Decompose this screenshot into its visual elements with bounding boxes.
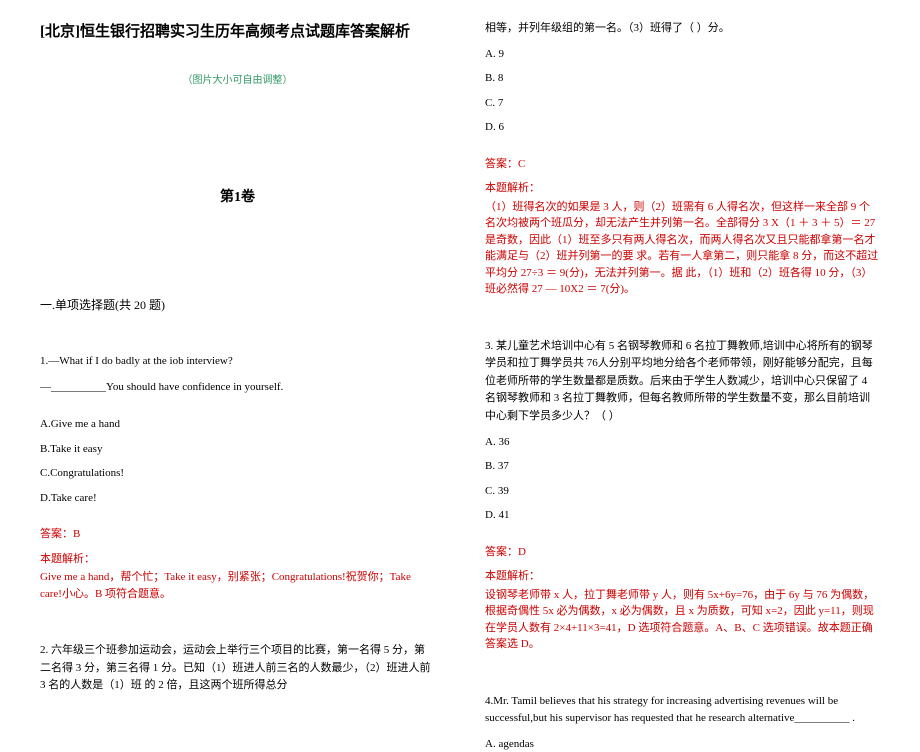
section-title: 一.单项选择题(共 20 题) [40,296,435,313]
q3-option-c: C. 39 [485,483,880,500]
q2-answer: 答案：C [485,156,880,173]
q1-option-d: D.Take care! [40,490,435,507]
q2-explain: （1）班得名次的如果是 3 人，则（2）班需有 6 人得名次，但这样一来全部 9… [485,199,880,298]
volume-title: 第1卷 [40,186,435,206]
q2-option-a: A. 9 [485,46,880,63]
image-size-note: （图片大小可自由调整） [40,71,435,86]
q1-explain-label: 本题解析： [40,551,435,568]
doc-title: [北京]恒生银行招聘实习生历年高频考点试题库答案解析 [40,20,435,41]
q4-stem: 4.Mr. Tamil believes that his strategy f… [485,693,880,728]
q2-stem-right: 相等，并列年级组的第一名。（3）班得了（ ）分。 [485,20,880,38]
q1-option-c: C.Congratulations! [40,465,435,482]
q3-option-a: A. 36 [485,434,880,451]
q2-stem-left: 2. 六年级三个班参加运动会，运动会上举行三个项目的比赛，第一名得 5 分，第二… [40,642,435,695]
q3-stem: 3. 某儿童艺术培训中心有 5 名钢琴教师和 6 名拉丁舞教师,培训中心将所有的… [485,338,880,426]
q1-stem-line1: 1.—What if I do badly at the iob intervi… [40,353,435,371]
q3-answer: 答案：D [485,544,880,561]
q2-explain-label: 本题解析： [485,180,880,197]
q4-option-a: A. agendas [485,736,880,752]
q3-explain-label: 本题解析： [485,568,880,585]
q2-option-c: C. 7 [485,95,880,112]
q1-explain: Give me a hand，帮个忙；Take it easy，别紧张；Cong… [40,569,435,602]
q3-option-b: B. 37 [485,458,880,475]
q1-stem-line2: —__________You should have confidence in… [40,379,435,397]
q1-answer: 答案：B [40,526,435,543]
q3-explain: 设钢琴老师带 x 人，拉丁舞老师带 y 人，则有 5x+6y=76，由于 6y … [485,587,880,653]
q2-option-d: D. 6 [485,119,880,136]
q3-option-d: D. 41 [485,507,880,524]
q1-option-b: B.Take it easy [40,441,435,458]
q2-option-b: B. 8 [485,70,880,87]
q1-option-a: A.Give me a hand [40,416,435,433]
